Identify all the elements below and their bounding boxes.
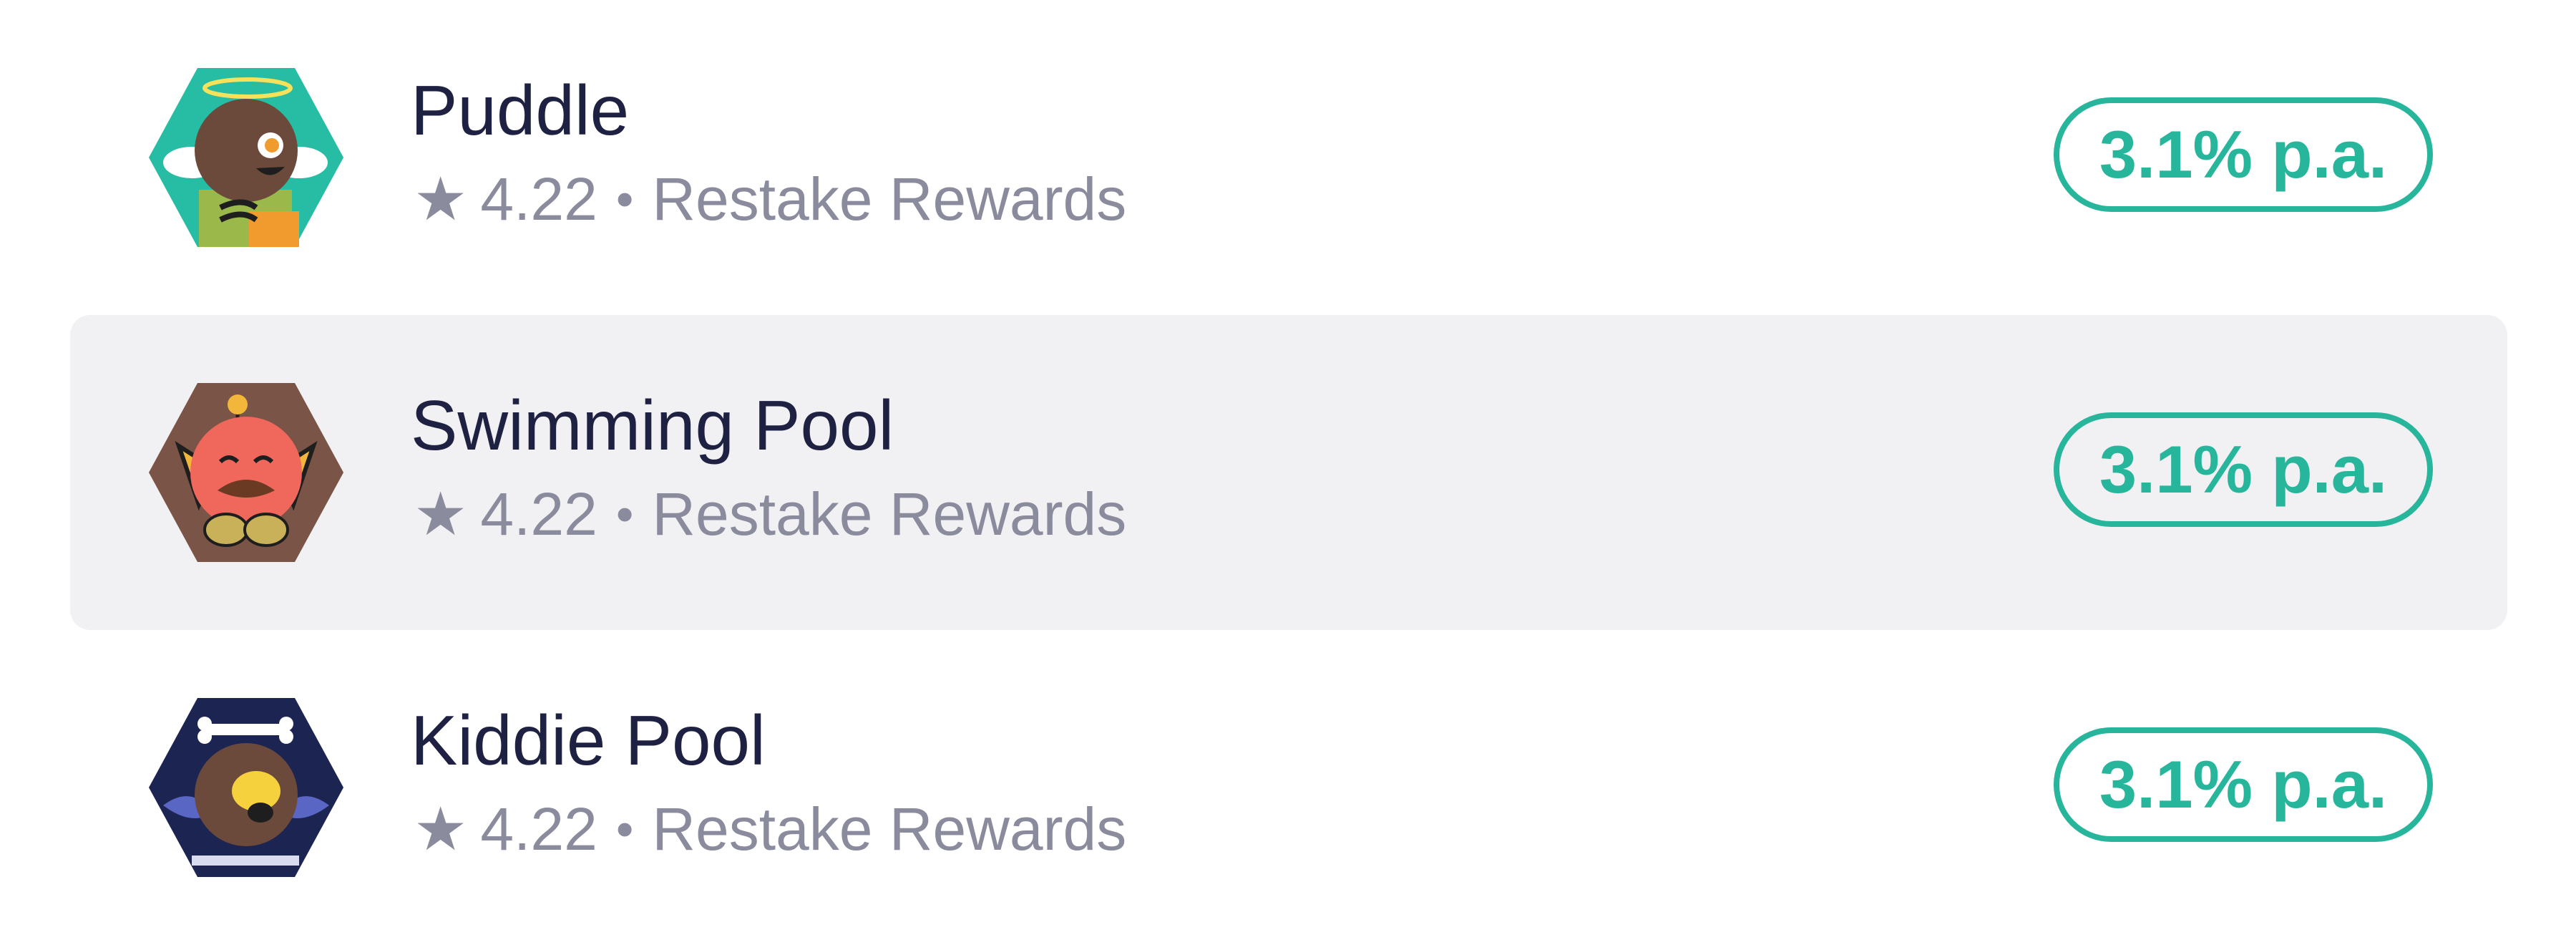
pool-name: Puddle xyxy=(411,71,630,150)
pool-meta: ★ 4.22 • Restake Rewards xyxy=(414,163,1126,235)
star-icon: ★ xyxy=(414,165,468,233)
pool-name: Swimming Pool xyxy=(411,386,894,465)
angel-bird-icon xyxy=(149,68,343,247)
pirate-bird-icon xyxy=(149,698,343,877)
pool-meta: ★ 4.22 • Restake Rewards xyxy=(414,478,1126,550)
pool-name: Kiddie Pool xyxy=(411,701,766,780)
red-cat-icon xyxy=(149,383,343,562)
apy-badge: 3.1% p.a. xyxy=(2054,727,2433,842)
pool-row-kiddie-pool[interactable]: Kiddie Pool ★ 4.22 • Restake Rewards 3.1… xyxy=(70,630,2507,945)
apy-badge: 3.1% p.a. xyxy=(2054,97,2433,212)
pool-reward-type: Restake Rewards xyxy=(652,480,1127,548)
pool-row-puddle[interactable]: Puddle ★ 4.22 • Restake Rewards 3.1% p.a… xyxy=(70,0,2507,315)
pool-row-swimming-pool[interactable]: Swimming Pool ★ 4.22 • Restake Rewards 3… xyxy=(70,315,2507,630)
apy-badge: 3.1% p.a. xyxy=(2054,412,2433,527)
pool-rating: 4.22 xyxy=(480,165,597,233)
pool-reward-type: Restake Rewards xyxy=(652,795,1127,863)
star-icon: ★ xyxy=(414,480,468,548)
meta-separator: • xyxy=(615,171,634,227)
pool-rating: 4.22 xyxy=(480,480,597,548)
star-icon: ★ xyxy=(414,795,468,863)
pool-meta: ★ 4.22 • Restake Rewards xyxy=(414,793,1126,865)
meta-separator: • xyxy=(615,801,634,857)
pool-reward-type: Restake Rewards xyxy=(652,165,1127,233)
pool-list: Puddle ★ 4.22 • Restake Rewards 3.1% p.a… xyxy=(0,0,2576,945)
meta-separator: • xyxy=(615,486,634,542)
pool-rating: 4.22 xyxy=(480,795,597,863)
